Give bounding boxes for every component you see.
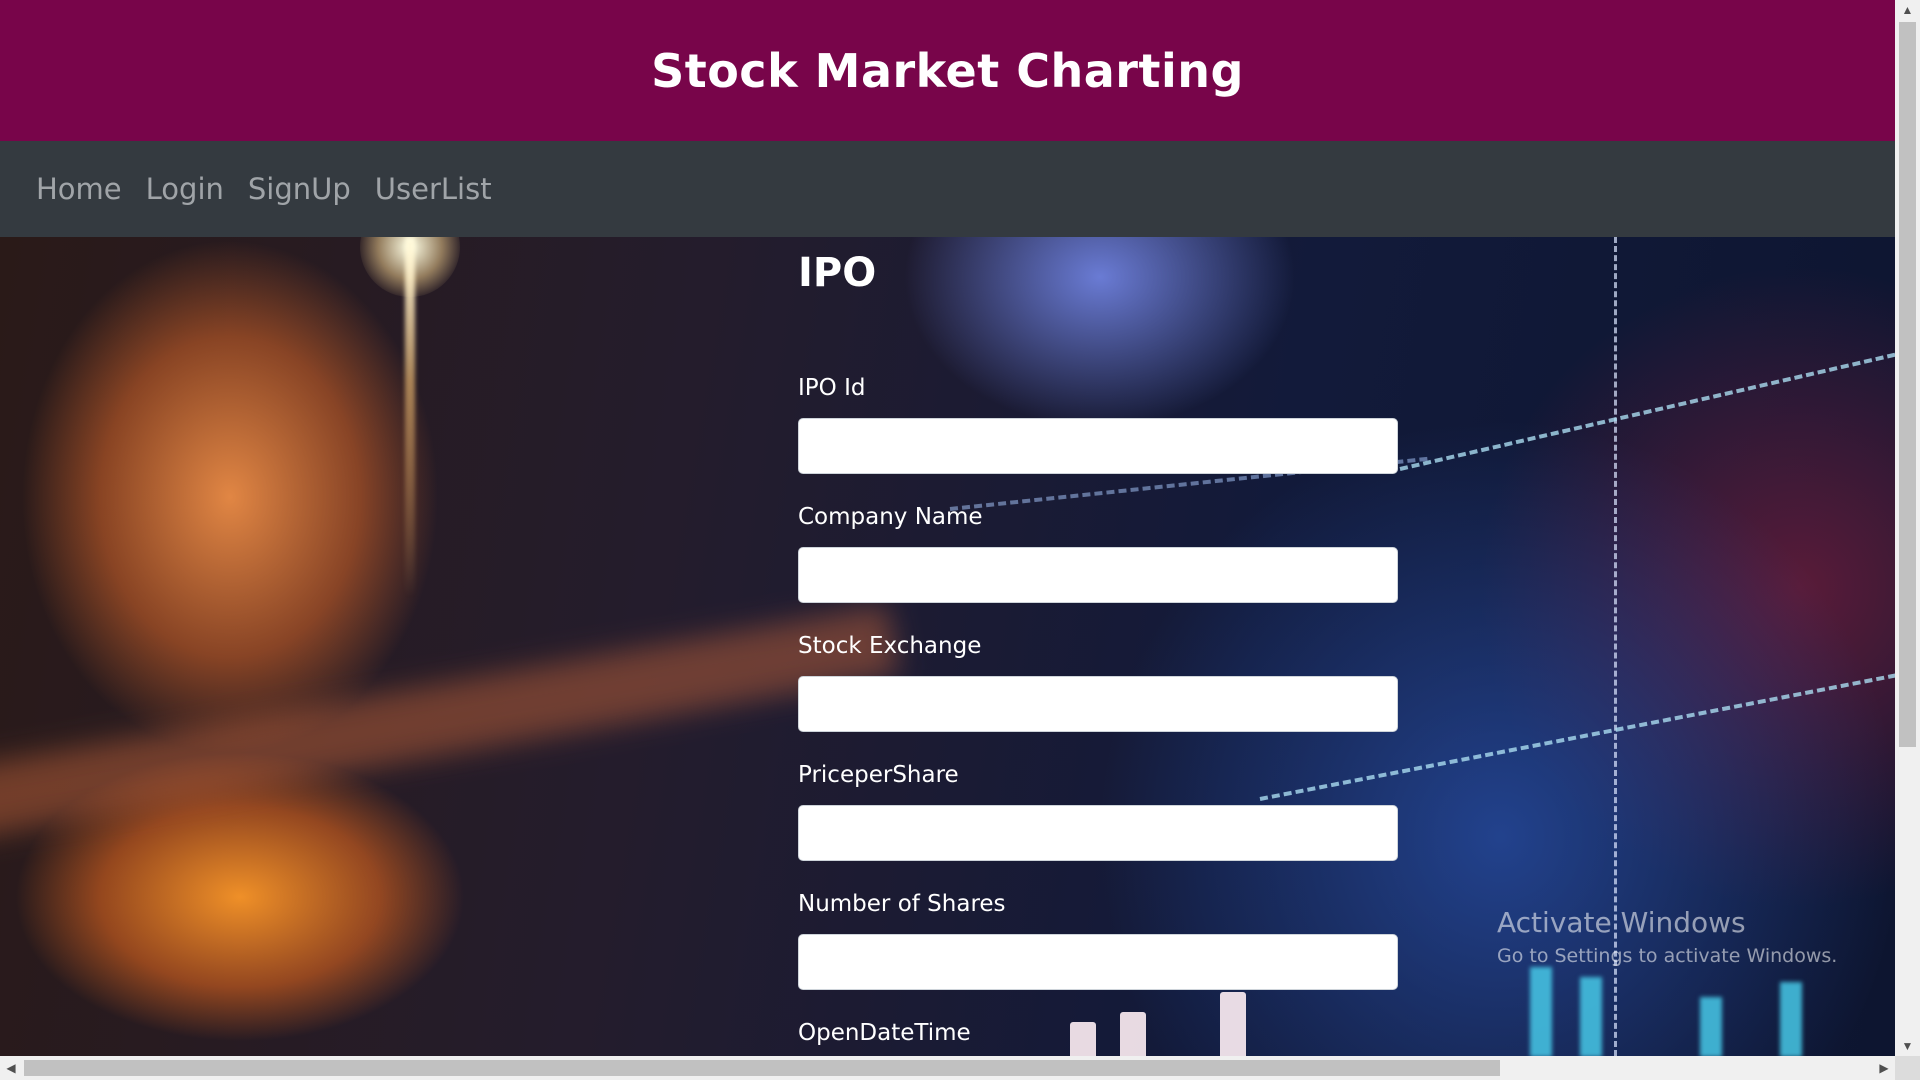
ipo-form: IPO IPO Id Company Name Stock Exchange P… — [798, 237, 1398, 1046]
light-beam — [405, 237, 415, 597]
nav-signup-link[interactable]: SignUp — [248, 172, 351, 206]
number-of-shares-label: Number of Shares — [798, 891, 1006, 917]
open-date-time-label: OpenDateTime — [798, 1020, 971, 1046]
nav-home-link[interactable]: Home — [36, 172, 122, 206]
site-title: Stock Market Charting — [651, 43, 1244, 98]
company-name-input[interactable] — [798, 547, 1398, 603]
candle-bar — [1530, 967, 1552, 1056]
company-name-group: Company Name — [798, 502, 1398, 603]
bokeh-band — [0, 605, 899, 839]
scroll-up-arrow-icon[interactable]: ▲ — [1895, 0, 1920, 20]
form-title: IPO — [798, 250, 877, 296]
vertical-scroll-thumb[interactable] — [1899, 22, 1916, 747]
nav-login-link[interactable]: Login — [146, 172, 224, 206]
number-of-shares-input[interactable] — [798, 934, 1398, 990]
main-navbar: Home Login SignUp UserList — [0, 141, 1895, 237]
stock-exchange-group: Stock Exchange — [798, 631, 1398, 732]
horizontal-scrollbar[interactable]: ◀ ▶ — [0, 1056, 1895, 1080]
stock-exchange-label: Stock Exchange — [798, 633, 982, 659]
horizontal-scroll-thumb[interactable] — [24, 1060, 1500, 1076]
ipo-id-input[interactable] — [798, 418, 1398, 474]
open-date-time-group: OpenDateTime — [798, 1018, 1398, 1048]
ipo-id-group: IPO Id — [798, 373, 1398, 474]
activate-windows-watermark: Activate Windows Go to Settings to activ… — [1497, 903, 1837, 969]
nav-userlist-link[interactable]: UserList — [375, 172, 492, 206]
scroll-down-arrow-icon[interactable]: ▼ — [1895, 1036, 1920, 1056]
scrollbar-corner — [1895, 1056, 1920, 1080]
number-of-shares-group: Number of Shares — [798, 889, 1398, 990]
watermark-title: Activate Windows — [1497, 906, 1746, 939]
candle-bar — [1780, 982, 1802, 1056]
company-name-label: Company Name — [798, 504, 983, 530]
stock-exchange-input[interactable] — [798, 676, 1398, 732]
price-per-share-label: PriceperShare — [798, 762, 959, 788]
watermark-subtitle: Go to Settings to activate Windows. — [1497, 945, 1838, 967]
site-header: Stock Market Charting — [0, 0, 1895, 141]
browser-viewport: Stock Market Charting Home Login SignUp … — [0, 0, 1920, 1080]
scroll-right-arrow-icon[interactable]: ▶ — [1873, 1056, 1895, 1080]
grid-line-dashed — [1399, 350, 1895, 471]
price-per-share-input[interactable] — [798, 805, 1398, 861]
candle-bar — [1580, 977, 1602, 1056]
candle-bar — [1700, 997, 1722, 1056]
ipo-id-label: IPO Id — [798, 375, 866, 401]
price-per-share-group: PriceperShare — [798, 760, 1398, 861]
vertical-scrollbar[interactable]: ▲ ▼ — [1895, 0, 1920, 1056]
scroll-left-arrow-icon[interactable]: ◀ — [0, 1056, 22, 1080]
